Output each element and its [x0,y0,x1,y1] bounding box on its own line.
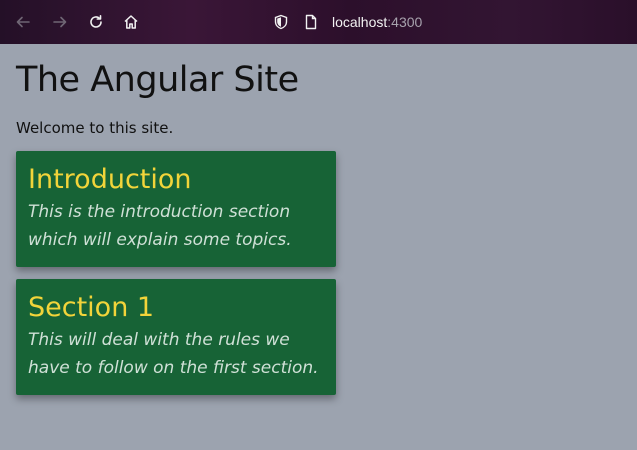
url-text[interactable]: localhost:4300 [332,14,422,30]
home-button[interactable] [118,9,144,35]
section-title: Section 1 [28,292,155,323]
back-arrow-icon [16,16,30,28]
section-title: Introduction [28,164,192,195]
shield-icon[interactable] [272,13,290,31]
page-content: The Angular Site Welcome to this site. I… [0,44,637,450]
url-port: :4300 [387,14,423,30]
browser-toolbar: localhost:4300 [0,0,637,44]
section-body: This is the introduction section which w… [28,198,324,254]
section-body-line: This is the introduction section [28,202,291,222]
address-bar[interactable]: localhost:4300 [272,11,422,33]
section-card-section-1: Section 1 This will deal with the rules … [16,279,336,395]
section-card-introduction: Introduction This is the introduction se… [16,151,336,267]
url-host: localhost [332,14,388,30]
forward-arrow-icon [53,16,67,28]
section-body-line: have to follow on the first section. [28,358,319,378]
section-body-line: This will deal with the rules we [28,330,290,350]
section-body: This will deal with the rules we have to… [28,326,324,382]
reload-button[interactable] [83,9,109,35]
forward-button[interactable] [47,9,73,35]
welcome-text: Welcome to this site. [16,119,174,137]
back-button[interactable] [10,9,36,35]
page-title: The Angular Site [16,60,299,100]
page-icon[interactable] [302,13,320,31]
reload-icon [90,15,102,28]
home-icon [124,15,138,29]
section-body-line: which will explain some topics. [28,230,292,250]
